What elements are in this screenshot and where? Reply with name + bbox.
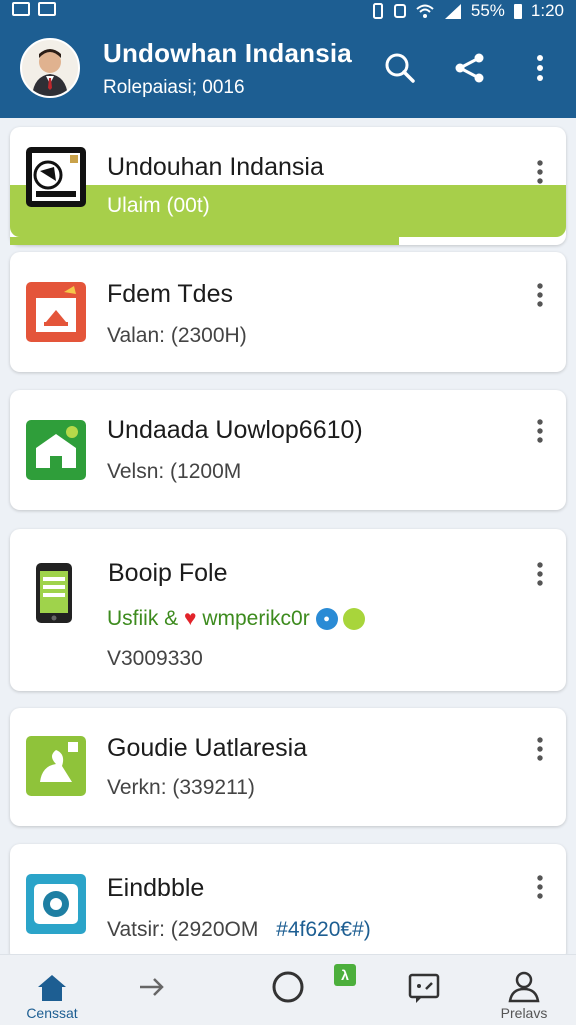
battery-percent: 55% bbox=[470, 1, 505, 20]
clock: 1:20 bbox=[530, 1, 564, 20]
progress-bar bbox=[10, 237, 399, 245]
heart-icon: ♥ bbox=[184, 607, 197, 630]
calendar-icon bbox=[26, 282, 86, 342]
download-title: Booip Fole bbox=[108, 559, 228, 587]
app-bar: Undowhan Indansia Rolepaiasi; 0016 bbox=[0, 22, 576, 118]
download-card[interactable]: Goudie Uatlaresia Verkn: (339211) bbox=[10, 708, 566, 826]
nav-label: Prelavs bbox=[500, 1005, 548, 1021]
status-bar: 55% 1:20 bbox=[0, 0, 576, 22]
download-status: Ulaim (00t) bbox=[107, 194, 210, 217]
notification-icon bbox=[12, 2, 30, 16]
notification-icons bbox=[12, 2, 56, 16]
version-text: Vatsir: (2920OM bbox=[107, 918, 259, 941]
more-vert-icon[interactable] bbox=[528, 559, 552, 589]
download-tags: Usfiik & ♥ wmperikc0r ● bbox=[107, 607, 366, 631]
home-icon bbox=[34, 969, 70, 1005]
page-subtitle: Rolepaiasi; 0016 bbox=[103, 77, 245, 98]
download-title: Goudie Uatlaresia bbox=[107, 734, 308, 762]
film-reel-icon bbox=[26, 147, 86, 207]
nav-item-circle[interactable] bbox=[240, 955, 336, 1025]
arrow-right-icon bbox=[134, 969, 170, 1005]
tag-text: #4f620€#) bbox=[276, 918, 371, 941]
more-vert-icon[interactable] bbox=[528, 872, 552, 902]
edit-icon bbox=[26, 736, 86, 796]
download-title: Undouhan Indansia bbox=[107, 153, 324, 181]
search-icon[interactable] bbox=[382, 50, 418, 86]
sync-icon bbox=[393, 2, 407, 20]
download-version: Vatsir: (2920OM #4f620€#) bbox=[107, 918, 371, 942]
vibrate-icon bbox=[371, 2, 385, 20]
signal-icon bbox=[443, 2, 463, 20]
download-card[interactable]: Booip Fole Usfiik & ♥ wmperikc0r ● V3009… bbox=[10, 529, 566, 691]
circle-icon bbox=[270, 969, 306, 1005]
download-version: V3009330 bbox=[107, 647, 203, 670]
tag-text: Usfiik & bbox=[107, 607, 179, 630]
page-title: Undowhan Indansia bbox=[103, 38, 352, 68]
nav-label: Censsat bbox=[26, 1005, 78, 1021]
emoji-icon: ● bbox=[315, 608, 338, 631]
download-version: Valan: (2300H) bbox=[107, 324, 247, 347]
system-indicators: 55% 1:20 bbox=[371, 0, 564, 22]
smile-icon bbox=[343, 608, 366, 631]
download-card[interactable]: Undouhan Indansia Ulaim (00t) bbox=[10, 127, 566, 245]
nav-item-messages[interactable] bbox=[376, 955, 472, 1025]
bottom-nav: Censsat Prelavs bbox=[0, 954, 576, 1025]
avatar[interactable] bbox=[20, 38, 80, 98]
share-icon[interactable] bbox=[452, 50, 488, 86]
wifi-icon bbox=[415, 2, 435, 20]
download-title: Undaada Uowlop6610) bbox=[107, 416, 363, 444]
notification-badge: λ bbox=[334, 964, 356, 986]
nav-item-home[interactable]: Censsat bbox=[4, 955, 100, 1025]
progress-track bbox=[10, 185, 566, 237]
camera-icon bbox=[26, 874, 86, 934]
image-icon bbox=[38, 2, 56, 16]
more-vert-icon[interactable] bbox=[528, 157, 552, 187]
nav-item-forward[interactable] bbox=[104, 955, 200, 1025]
download-card[interactable]: Fdem Tdes Valan: (2300H) bbox=[10, 252, 566, 372]
more-vert-icon[interactable] bbox=[522, 50, 558, 86]
download-card[interactable]: Undaada Uowlop6610) Velsn: (1200M bbox=[10, 390, 566, 510]
battery-icon bbox=[513, 2, 523, 20]
person-icon bbox=[506, 969, 542, 1005]
download-title: Eindbble bbox=[107, 874, 205, 902]
more-vert-icon[interactable] bbox=[528, 280, 552, 310]
nav-item-profile[interactable]: Prelavs bbox=[476, 955, 572, 1025]
download-version: Velsn: (1200M bbox=[107, 460, 242, 483]
download-title: Fdem Tdes bbox=[107, 280, 233, 308]
tag-text: wmperikc0r bbox=[202, 607, 310, 630]
phone-icon bbox=[32, 561, 76, 623]
download-card[interactable]: Eindbble Vatsir: (2920OM #4f620€#) bbox=[10, 844, 566, 962]
message-icon bbox=[406, 969, 442, 1005]
more-vert-icon[interactable] bbox=[528, 416, 552, 446]
download-version: Verkn: (339211) bbox=[107, 776, 255, 799]
house-icon bbox=[26, 420, 86, 480]
more-vert-icon[interactable] bbox=[528, 734, 552, 764]
